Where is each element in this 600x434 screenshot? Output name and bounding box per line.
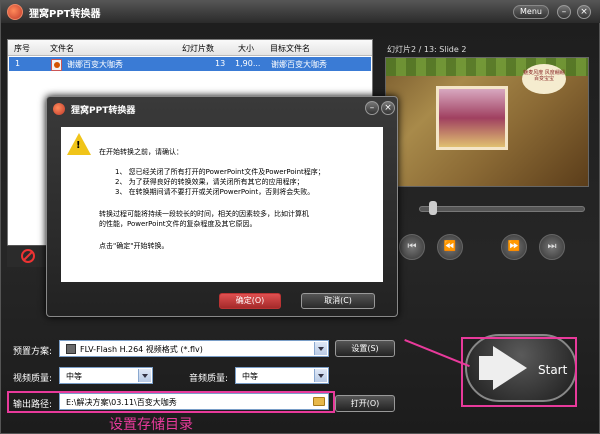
preset-label: 预置方案: (13, 347, 53, 357)
open-button[interactable]: 打开(O) (335, 395, 395, 412)
preview-photo (436, 86, 508, 150)
ok-button[interactable]: 确定(O) (219, 293, 281, 309)
video-quality-label: 视频质量: (13, 374, 53, 384)
row-index: 1 (15, 59, 21, 68)
dialog-line: 在开始转换之前，请确认： (99, 148, 183, 156)
app-title: 狸窝PPT转换器 (29, 9, 101, 20)
warning-mark: ! (76, 140, 81, 151)
app-window: 狸窝PPT转换器 Menu – × 序号 文件名 幻灯片数 大小 目标文件名 1… (0, 0, 600, 434)
audio-quality-value: 中等 (242, 372, 258, 381)
row-size: 1,90... (235, 59, 261, 68)
rewind-button[interactable]: ⏪ (437, 234, 463, 260)
preset-value: FLV-Flash H.264 视频格式 (*.flv) (80, 345, 203, 354)
previous-button[interactable]: ⏮ (399, 234, 425, 260)
column-header-target[interactable]: 目标文件名 (270, 43, 310, 54)
title-bar: 狸窝PPT转换器 Menu – × (1, 1, 600, 23)
minimize-button[interactable]: – (557, 5, 571, 19)
close-button[interactable]: × (577, 5, 591, 19)
audio-quality-select[interactable]: 中等 (235, 367, 329, 384)
output-path-highlight-box (7, 391, 335, 413)
preset-select[interactable]: FLV-Flash H.264 视频格式 (*.flv) (59, 340, 329, 357)
menu-button[interactable]: Menu (513, 5, 549, 19)
seek-bar[interactable] (419, 206, 585, 212)
confirm-dialog: 狸窝PPT转换器 – × ! 在开始转换之前，请确认： 1、 您已经关闭了所有打… (46, 96, 398, 317)
settings-button[interactable]: 设置(S) (335, 340, 395, 357)
seek-handle[interactable] (429, 201, 437, 215)
column-header-slides[interactable]: 幻灯片数 (182, 43, 214, 54)
preview-bubble: 魅麦风度 风度翩翩 百变宝宝 (522, 64, 566, 94)
annotation-caption: 设置存储目录 (109, 417, 193, 433)
row-slides: 13 (215, 59, 226, 68)
column-header-index[interactable]: 序号 (14, 43, 30, 54)
column-header-size[interactable]: 大小 (238, 43, 254, 54)
remove-icon[interactable] (21, 249, 35, 263)
video-quality-value: 中等 (66, 372, 82, 381)
column-header-filename[interactable]: 文件名 (50, 43, 74, 54)
dialog-line: 转换过程可能将持续一段较长的时间，相关的因素较多，比如计算机 (99, 210, 309, 218)
chevron-down-icon[interactable] (314, 342, 327, 355)
dialog-line: 1、 您已经关闭了所有打开的PowerPoint文件及PowerPoint程序； (115, 168, 325, 176)
dialog-minimize-button[interactable]: – (365, 101, 379, 115)
flv-format-icon (66, 344, 76, 354)
dialog-line: 3、 在转换期间请不要打开或关闭PowerPoint，否则将会失败。 (115, 188, 315, 196)
dialog-line: 2、 为了获得良好的转换效果，请关闭所有其它的应用程序； (115, 178, 304, 186)
next-button[interactable]: ⏭ (539, 234, 565, 260)
preview-slide-label: 幻灯片2 / 13: Slide 2 (387, 45, 467, 54)
file-list-row[interactable]: 1 谢娜百变大咖秀 13 1,90... 谢娜百变大咖秀 (9, 57, 371, 71)
chevron-down-icon[interactable] (314, 369, 327, 382)
forward-button[interactable]: ⏩ (501, 234, 527, 260)
audio-quality-label: 音频质量: (189, 374, 229, 384)
video-quality-select[interactable]: 中等 (59, 367, 153, 384)
start-highlight-box (461, 337, 577, 407)
ppt-file-icon (51, 59, 62, 71)
dialog-body: ! 在开始转换之前，请确认： 1、 您已经关闭了所有打开的PowerPoint文… (61, 127, 383, 282)
file-list-header: 序号 文件名 幻灯片数 大小 目标文件名 (8, 40, 372, 56)
app-logo-icon (7, 4, 23, 20)
dialog-line: 的性能，PowerPoint文件的复杂程度及其它原因。 (99, 220, 257, 228)
chevron-down-icon[interactable] (138, 369, 151, 382)
dialog-close-button[interactable]: × (381, 101, 395, 115)
row-target: 谢娜百变大咖秀 (271, 60, 327, 69)
dialog-logo-icon (53, 103, 65, 115)
dialog-line: 点击"确定"开始转换。 (99, 242, 169, 250)
dialog-title: 狸窝PPT转换器 (71, 106, 136, 116)
cancel-button[interactable]: 取消(C) (301, 293, 375, 309)
slide-preview: 魅麦风度 风度翩翩 百变宝宝 (385, 57, 589, 187)
row-filename: 谢娜百变大咖秀 (67, 60, 123, 69)
